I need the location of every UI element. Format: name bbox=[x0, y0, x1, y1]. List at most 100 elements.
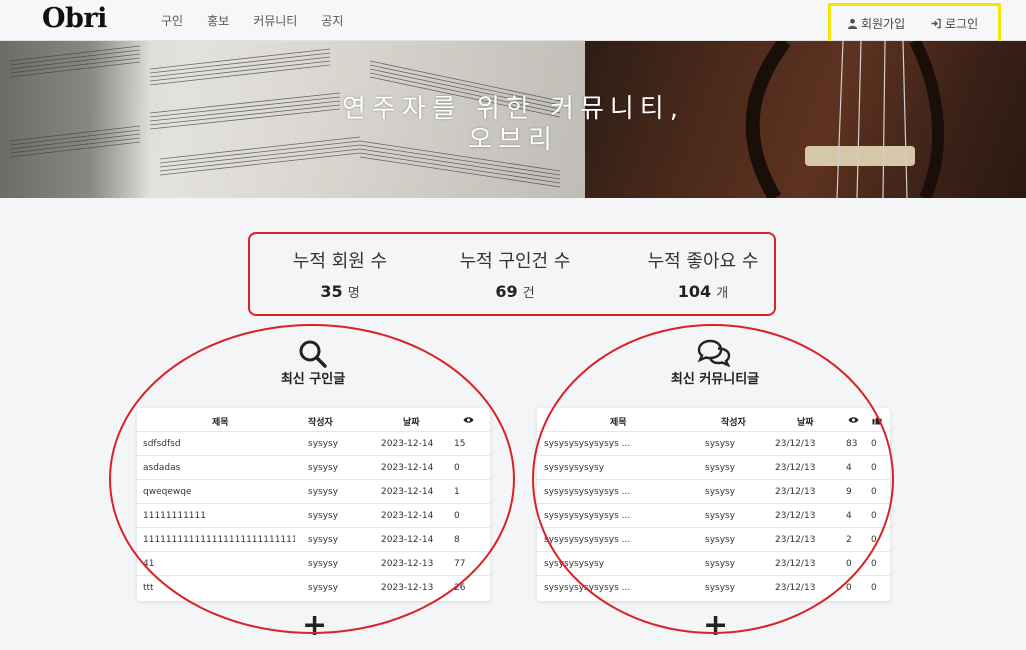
main-nav: 구인 홍보 커뮤니티 공지 bbox=[161, 12, 367, 29]
row-author: sysysy bbox=[308, 439, 339, 449]
row-title[interactable]: sysysysysysysys ... bbox=[544, 511, 694, 521]
stat-value-members: 35 명 bbox=[270, 282, 410, 301]
stat-unit-likes: 개 bbox=[716, 286, 729, 301]
row-views: 83 bbox=[846, 439, 858, 449]
add-recruit-button[interactable]: + bbox=[302, 611, 327, 641]
row-date: 23/12/13 bbox=[775, 559, 816, 569]
stat-number-likes: 104 bbox=[677, 282, 712, 301]
table-row[interactable]: 41 sysysy 2023-12-13 77 bbox=[137, 552, 490, 576]
row-title[interactable]: sysysysysysysys ... bbox=[544, 583, 694, 593]
row-views: 0 bbox=[846, 583, 852, 593]
row-date: 2023-12-14 bbox=[381, 463, 434, 473]
stat-label-recruits: 누적 구인건 수 bbox=[459, 251, 571, 272]
col-header-author: 작성자 bbox=[308, 418, 333, 428]
row-date: 23/12/13 bbox=[775, 535, 816, 545]
row-title[interactable]: 1111111111111111111111111111... bbox=[143, 535, 295, 545]
row-title[interactable]: sysysysysysysys ... bbox=[544, 439, 694, 449]
row-title[interactable]: sysysysysysysys ... bbox=[544, 535, 694, 545]
row-views: 4 bbox=[846, 463, 852, 473]
nav-item-promo[interactable]: 홍보 bbox=[207, 12, 229, 29]
row-date: 2023-12-14 bbox=[381, 487, 434, 497]
hero-banner: 연주자를 위한 커뮤니티, 오브리 bbox=[0, 41, 1026, 198]
row-views: 0 bbox=[846, 559, 852, 569]
row-title[interactable]: asdadas bbox=[143, 463, 293, 473]
table-row[interactable]: asdadas sysysy 2023-12-14 0 bbox=[137, 456, 490, 480]
row-views: 4 bbox=[846, 511, 852, 521]
row-views: 1 bbox=[454, 487, 460, 497]
add-community-post-button[interactable]: + bbox=[703, 611, 728, 641]
row-date: 2023-12-13 bbox=[381, 583, 434, 593]
nav-item-notice[interactable]: 공지 bbox=[321, 12, 343, 29]
stat-unit-recruits: 건 bbox=[522, 286, 535, 301]
nav-item-recruit[interactable]: 구인 bbox=[161, 12, 183, 29]
row-date: 2023-12-14 bbox=[381, 535, 434, 545]
table-row[interactable]: sysysysysysysys ... sysysy 23/12/13 9 0 bbox=[537, 480, 890, 504]
row-views: 9 bbox=[846, 487, 852, 497]
stat-unit-members: 명 bbox=[347, 286, 360, 301]
row-author: sysysy bbox=[308, 559, 339, 569]
table-row[interactable]: sysysysysysysys ... sysysy 23/12/13 4 0 bbox=[537, 504, 890, 528]
table-row[interactable]: 11111111111 sysysy 2023-12-14 0 bbox=[137, 504, 490, 528]
row-date: 23/12/13 bbox=[775, 487, 816, 497]
community-table: 제목 작성자 날짜 sysysysysysysys ... sysysy 23/… bbox=[537, 408, 890, 601]
table-row[interactable]: 1111111111111111111111111111... sysysy 2… bbox=[137, 528, 490, 552]
row-likes: 0 bbox=[871, 535, 877, 545]
table-row[interactable]: sysysysysysysys ... sysysy 23/12/13 83 0 bbox=[537, 432, 890, 456]
row-title[interactable]: sysysysysysy bbox=[544, 559, 694, 569]
row-date: 2023-12-14 bbox=[381, 511, 434, 521]
row-title[interactable]: sysysysysysy bbox=[544, 463, 694, 473]
stat-value-recruits: 69 건 bbox=[440, 282, 590, 301]
logo[interactable]: Obri bbox=[42, 3, 107, 34]
table-row[interactable]: sdfsdfsd sysysy 2023-12-14 15 bbox=[137, 432, 490, 456]
row-title[interactable]: 41 bbox=[143, 559, 293, 569]
row-date: 2023-12-14 bbox=[381, 439, 434, 449]
nav-item-community[interactable]: 커뮤니티 bbox=[253, 12, 297, 29]
sign-in-icon bbox=[931, 18, 941, 29]
row-views: 0 bbox=[454, 511, 460, 521]
eye-icon bbox=[848, 417, 859, 423]
row-author: sysysy bbox=[308, 583, 339, 593]
row-author: sysysy bbox=[308, 535, 339, 545]
row-title[interactable]: sdfsdfsd bbox=[143, 439, 293, 449]
recent-recruit-title: 최신 구인글 bbox=[280, 372, 346, 387]
row-title[interactable]: sysysysysysysys ... bbox=[544, 487, 694, 497]
signup-label: 회원가입 bbox=[861, 17, 906, 31]
thumbs-up-icon bbox=[872, 415, 882, 425]
row-views: 15 bbox=[454, 439, 466, 449]
row-likes: 0 bbox=[871, 439, 877, 449]
row-author: sysysy bbox=[705, 583, 736, 593]
table-row[interactable]: ttt sysysy 2023-12-13 26 bbox=[137, 576, 490, 600]
chat-bubbles-icon bbox=[697, 339, 731, 367]
row-title[interactable]: ttt bbox=[143, 583, 293, 593]
col-header-date: 날짜 bbox=[403, 418, 420, 428]
row-title[interactable]: qweqewqe bbox=[143, 487, 293, 497]
stat-label-members: 누적 회원 수 bbox=[292, 251, 388, 272]
row-author: sysysy bbox=[705, 487, 736, 497]
hero-title-line2: 오브리 bbox=[468, 125, 558, 155]
stat-number-recruits: 69 bbox=[495, 282, 518, 301]
login-link[interactable]: 로그인 bbox=[930, 15, 978, 32]
row-author: sysysy bbox=[705, 559, 736, 569]
stat-number-members: 35 bbox=[320, 282, 343, 301]
signup-link[interactable]: 회원가입 bbox=[847, 15, 905, 32]
search-icon bbox=[299, 340, 327, 368]
row-author: sysysy bbox=[308, 511, 339, 521]
stat-label-likes: 누적 좋아요 수 bbox=[647, 251, 759, 272]
table-row[interactable]: sysysysysysy sysysy 23/12/13 4 0 bbox=[537, 456, 890, 480]
row-views: 0 bbox=[454, 463, 460, 473]
table-header: 제목 작성자 날짜 bbox=[537, 408, 890, 432]
recent-community-title: 최신 커뮤니티글 bbox=[670, 372, 760, 387]
table-row[interactable]: qweqewqe sysysy 2023-12-14 1 bbox=[137, 480, 490, 504]
row-views: 77 bbox=[454, 559, 466, 569]
row-author: sysysy bbox=[705, 511, 736, 521]
table-row[interactable]: sysysysysysy sysysy 23/12/13 0 0 bbox=[537, 552, 890, 576]
col-header-title: 제목 bbox=[212, 418, 229, 428]
row-likes: 0 bbox=[871, 487, 877, 497]
row-title[interactable]: 11111111111 bbox=[143, 511, 293, 521]
stats-panel: 누적 회원 수 35 명 누적 구인건 수 69 건 누적 좋아요 수 104 … bbox=[248, 232, 776, 316]
row-views: 8 bbox=[454, 535, 460, 545]
table-row[interactable]: sysysysysysysys ... sysysy 23/12/13 2 0 bbox=[537, 528, 890, 552]
row-date: 23/12/13 bbox=[775, 583, 816, 593]
row-author: sysysy bbox=[705, 463, 736, 473]
table-row[interactable]: sysysysysysysys ... sysysy 23/12/13 0 0 bbox=[537, 576, 890, 600]
